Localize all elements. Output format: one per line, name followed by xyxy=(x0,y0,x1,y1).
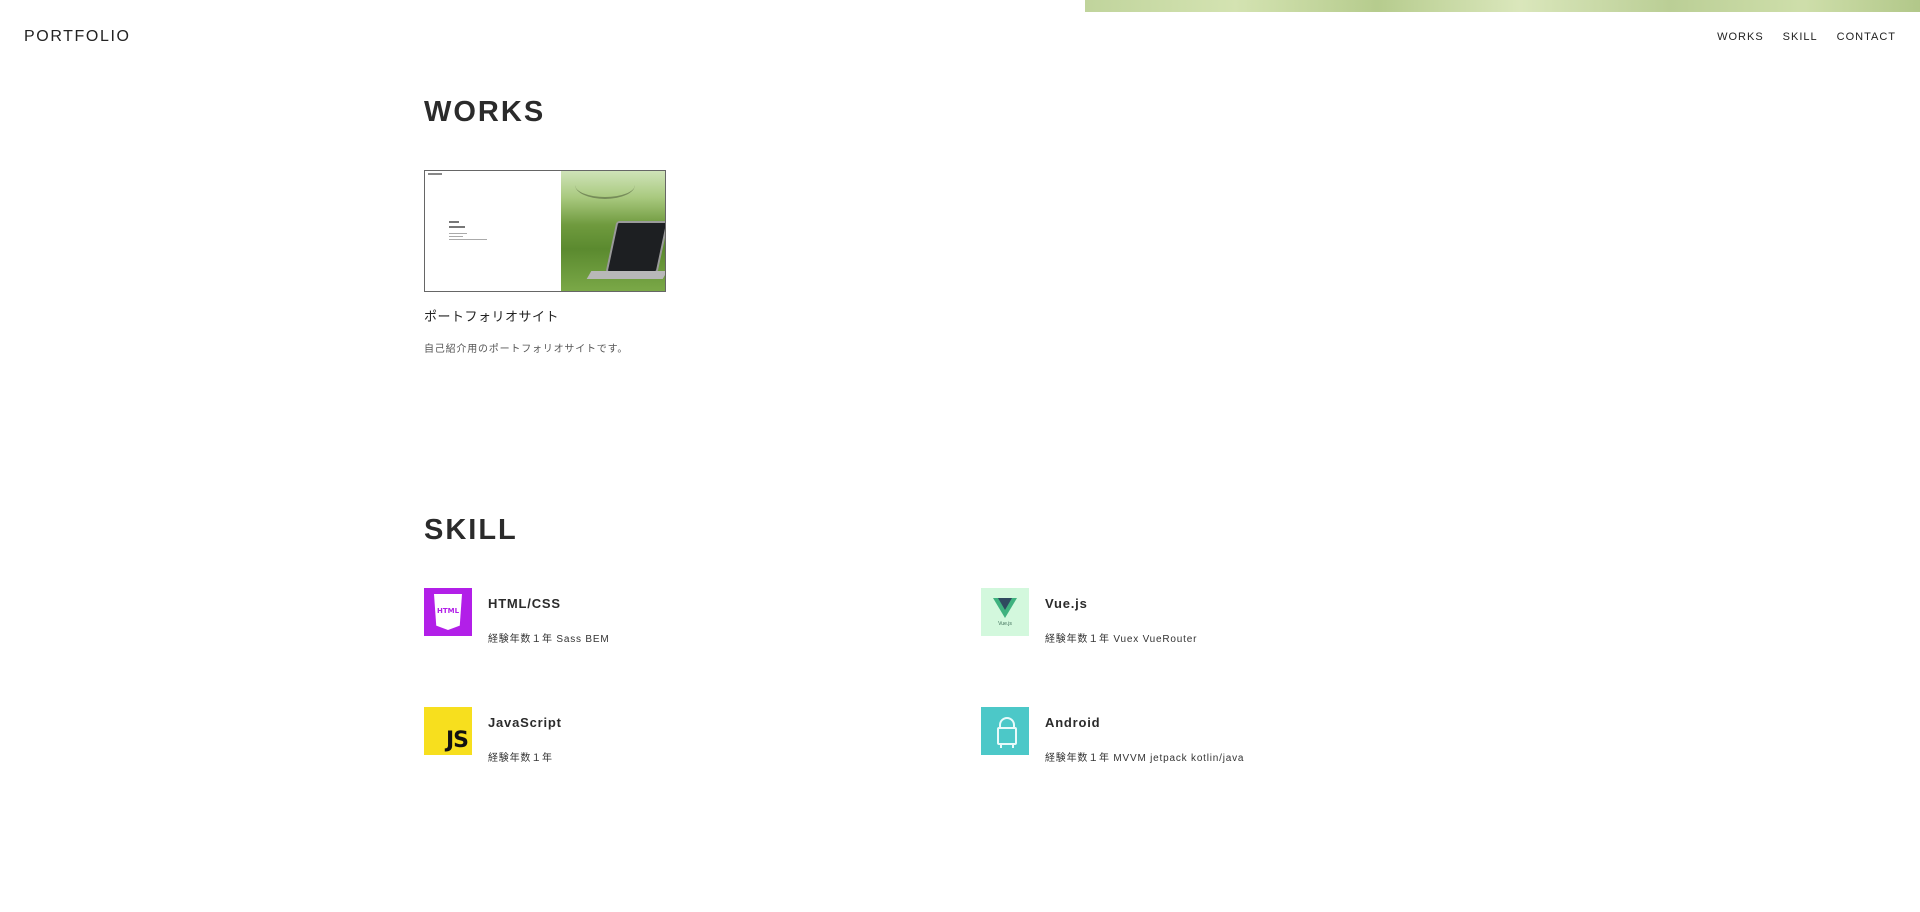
skill-name: JavaScript xyxy=(488,715,562,730)
work-description: 自己紹介用のポートフォリオサイトです。 xyxy=(424,344,629,355)
skill-detail: 経験年数１年 MVVM jetpack kotlin/java xyxy=(1045,753,1245,764)
skill-name: Android xyxy=(1045,715,1101,730)
work-thumbnail[interactable] xyxy=(424,170,666,292)
nav-link-contact[interactable]: CONTACT xyxy=(1837,31,1896,43)
skill-item-html-css: HTML HTML/CSS 経験年数１年 Sass BEM xyxy=(424,588,924,648)
site-logo[interactable]: PORTFOLIO xyxy=(24,28,131,46)
skill-item-javascript: JS JavaScript 経験年数１年 xyxy=(424,707,924,767)
skill-item-android: Android 経験年数１年 MVVM jetpack kotlin/java xyxy=(981,707,1481,767)
vue-icon: Vue.js xyxy=(981,588,1029,636)
skill-detail: 経験年数１年 xyxy=(488,753,553,764)
skill-detail: 経験年数１年 Sass BEM xyxy=(488,634,610,645)
html5-icon: HTML xyxy=(424,588,472,636)
skill-name: HTML/CSS xyxy=(488,596,561,611)
android-icon xyxy=(981,707,1029,755)
main-nav: WORKS SKILL CONTACT xyxy=(1717,31,1896,43)
skill-item-vue: Vue.js Vue.js 経験年数１年 Vuex VueRouter xyxy=(981,588,1481,648)
javascript-icon: JS xyxy=(424,707,472,755)
nav-link-skill[interactable]: SKILL xyxy=(1783,31,1818,43)
skill-detail: 経験年数１年 Vuex VueRouter xyxy=(1045,634,1198,645)
nav-link-works[interactable]: WORKS xyxy=(1717,31,1764,43)
works-section-title: WORKS xyxy=(424,96,546,128)
hero-image xyxy=(1085,0,1920,12)
skill-section-title: SKILL xyxy=(424,514,518,546)
work-title[interactable]: ポートフォリオサイト xyxy=(424,306,559,325)
skill-name: Vue.js xyxy=(1045,596,1088,611)
thumbnail-page-preview xyxy=(425,171,561,291)
thumbnail-laptop-photo xyxy=(561,171,665,291)
